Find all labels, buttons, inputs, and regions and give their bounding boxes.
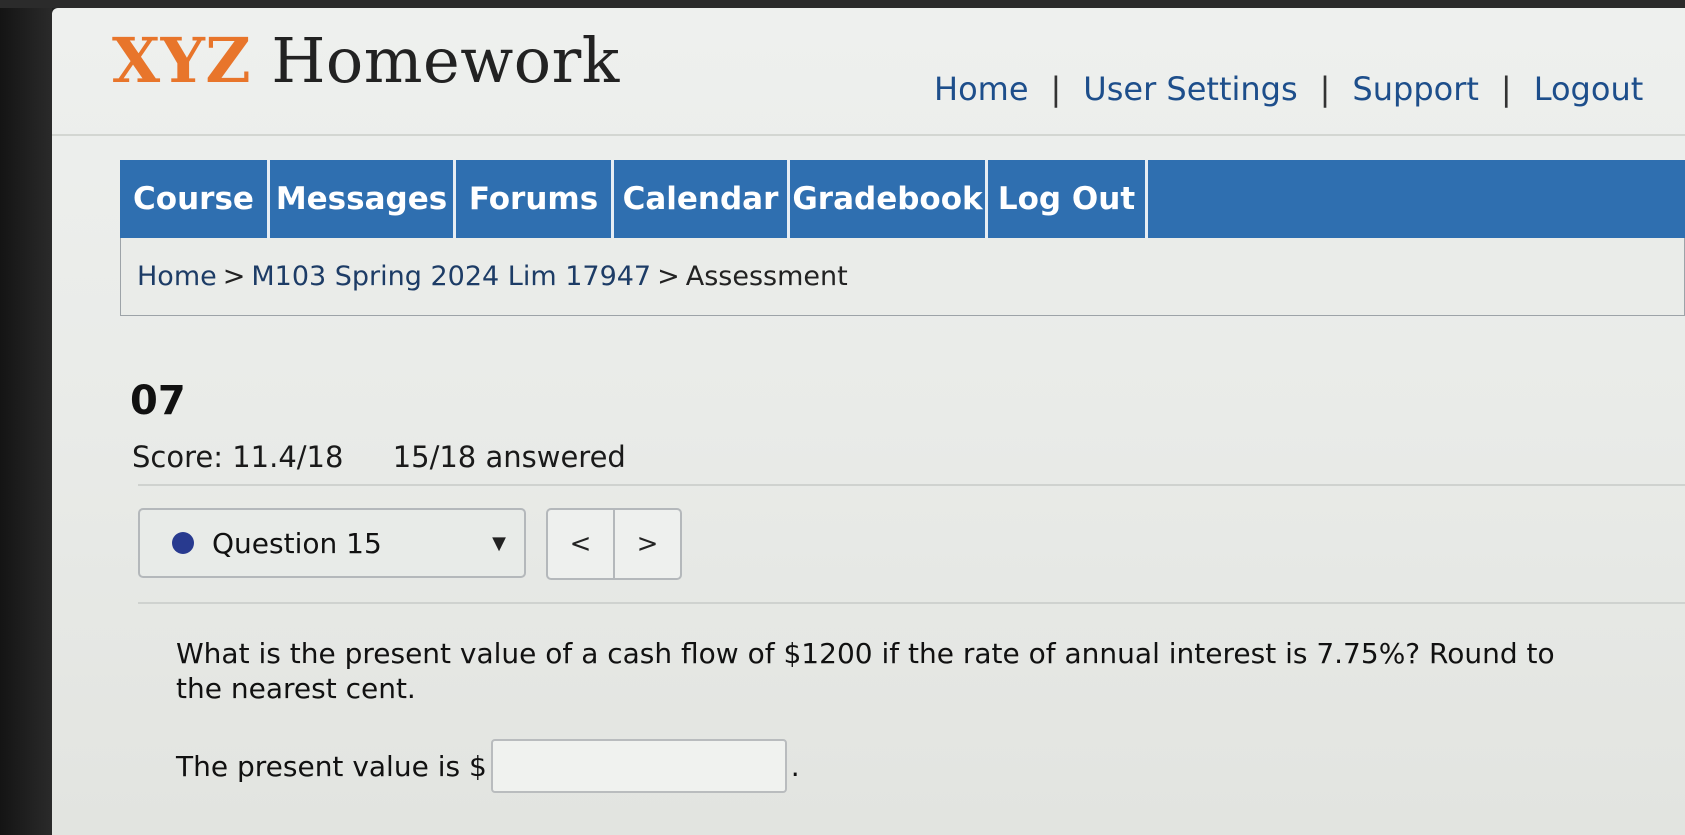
status-dot-icon	[172, 532, 194, 554]
header-link-user-settings[interactable]: User Settings	[1083, 70, 1297, 108]
link-separator: |	[1500, 70, 1512, 108]
next-question-button[interactable]: >	[613, 510, 680, 578]
breadcrumb-separator: >	[657, 261, 680, 292]
question-pager: < >	[546, 508, 682, 580]
divider-bottom	[138, 602, 1685, 604]
breadcrumb: Home > M103 Spring 2024 Lim 17947 > Asse…	[120, 238, 1685, 316]
answered-count: 15/18 answered	[392, 440, 626, 474]
header-link-home[interactable]: Home	[934, 70, 1029, 108]
breadcrumb-separator: >	[222, 261, 246, 292]
divider-top	[138, 484, 1685, 486]
breadcrumb-course[interactable]: M103 Spring 2024 Lim 17947	[251, 261, 651, 292]
site-logo[interactable]: XYZ Homework	[112, 30, 620, 92]
score-line: Score: 11.4/18 15/18 answered	[132, 440, 626, 474]
header-link-logout[interactable]: Logout	[1534, 70, 1644, 108]
tab-messages[interactable]: Messages	[270, 160, 456, 238]
tab-log-out[interactable]: Log Out	[988, 160, 1148, 238]
header-link-support[interactable]: Support	[1352, 70, 1479, 108]
link-separator: |	[1319, 70, 1331, 108]
score-text: Score: 11.4/18	[132, 440, 344, 474]
main-nav: Course Messages Forums Calendar Gradeboo…	[120, 160, 1685, 238]
breadcrumb-current: Assessment	[685, 261, 848, 292]
browser-page: XYZ Homework Home | User Settings | Support |…	[52, 8, 1685, 835]
tab-calendar[interactable]: Calendar	[614, 160, 790, 238]
tab-gradebook[interactable]: Gradebook	[790, 160, 988, 238]
header-links: Home | User Settings | Support | Logout	[934, 70, 1643, 108]
answer-prefix: The present value is $	[176, 749, 487, 783]
assessment-title: 07	[130, 378, 186, 424]
tab-forums[interactable]: Forums	[456, 160, 614, 238]
link-separator: |	[1050, 70, 1062, 108]
answer-suffix: .	[790, 749, 800, 783]
question-select[interactable]: Question 15 ▼	[138, 508, 526, 578]
question-select-label: Question 15	[212, 526, 382, 560]
prev-question-button[interactable]: <	[548, 510, 613, 578]
header-divider	[52, 134, 1685, 136]
monitor-bezel-top	[0, 0, 1685, 8]
chevron-down-icon: ▼	[492, 532, 506, 554]
breadcrumb-home[interactable]: Home	[137, 261, 217, 292]
logo-xyz: XYZ	[112, 24, 252, 97]
tab-course[interactable]: Course	[120, 160, 270, 238]
answer-input[interactable]	[490, 739, 787, 793]
monitor-bezel	[0, 0, 52, 835]
answer-row: The present value is $ .	[176, 738, 800, 794]
logo-homework: Homework	[271, 24, 620, 97]
question-text: What is the present value of a cash flow…	[176, 637, 1555, 705]
